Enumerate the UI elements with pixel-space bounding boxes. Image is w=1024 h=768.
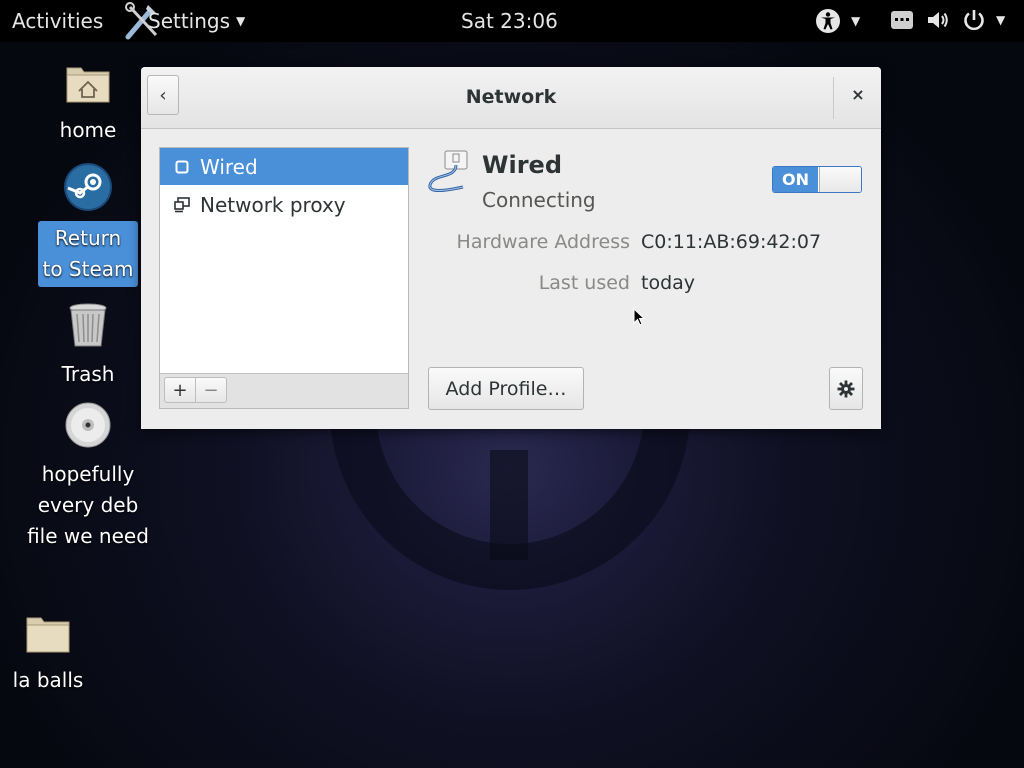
steam-icon: [64, 163, 112, 211]
add-profile-label: Add Profile…: [445, 377, 567, 400]
device-item-label: Network proxy: [200, 192, 346, 217]
chevron-down-icon: ▼: [996, 13, 1006, 27]
device-title: Wired: [482, 151, 562, 179]
add-profile-button[interactable]: Add Profile…: [428, 367, 584, 410]
desktop-icon-home[interactable]: home: [48, 62, 128, 148]
disc-icon: [65, 402, 111, 448]
hardware-address-label: Hardware Address: [456, 231, 630, 253]
header-bar: ‹ Network ×: [141, 67, 881, 129]
app-menu-label: Settings: [148, 9, 231, 33]
switch-on-label: ON: [773, 167, 818, 192]
device-list-toolbar: + −: [160, 373, 408, 408]
device-item-label: Wired: [200, 154, 258, 179]
folder-icon: [26, 617, 70, 653]
last-used-value: today: [641, 272, 696, 294]
last-used-label: Last used: [538, 272, 630, 294]
proxy-icon: [174, 196, 190, 213]
volume-icon: [928, 12, 948, 28]
network-wired-icon: [891, 11, 913, 29]
options-button[interactable]: [829, 367, 863, 410]
app-menu-button[interactable]: Settings ▼: [122, 0, 245, 42]
desktop-icon-trash[interactable]: Trash: [48, 302, 128, 392]
gear-icon: [837, 380, 855, 397]
header-separator: [833, 77, 834, 119]
system-status-menu[interactable]: ▼: [890, 8, 1005, 32]
desktop-icon-folder[interactable]: la balls: [8, 612, 88, 698]
switch-knob[interactable]: [819, 167, 861, 192]
power-icon: [964, 10, 984, 31]
chevron-down-icon: ▼: [236, 14, 246, 28]
accessibility-icon: [816, 9, 840, 33]
device-item-wired[interactable]: Wired: [160, 148, 408, 185]
close-icon: ×: [851, 84, 865, 104]
accessibility-menu[interactable]: ▼: [815, 8, 860, 34]
desktop-icon-label: Return to Steam: [38, 221, 138, 287]
wired-toggle-switch[interactable]: ON: [772, 166, 862, 193]
wired-network-icon: [428, 150, 468, 192]
window-title: Network: [465, 86, 557, 108]
desktop-icon-label: home: [59, 118, 117, 142]
remove-device-button[interactable]: −: [195, 377, 227, 403]
desktop-icon-label: la balls: [12, 668, 84, 692]
desktop-icon-label: hopefully every deb file we need: [27, 462, 149, 548]
device-item-network-proxy[interactable]: Network proxy: [160, 186, 408, 223]
minus-icon: −: [203, 379, 219, 401]
mouse-pointer-icon: [633, 308, 646, 326]
hardware-address-value: C0:11:AB:69:42:07: [641, 231, 822, 253]
add-device-button[interactable]: +: [164, 377, 196, 403]
activities-button[interactable]: Activities: [12, 9, 103, 33]
connection-status: Connecting: [482, 188, 596, 212]
top-bar: Activities Settings ▼ Sat 23:06 ▼ ▼: [0, 0, 1024, 42]
desktop-icon-steam[interactable]: Return to Steam: [38, 162, 138, 287]
chevron-down-icon: ▼: [851, 14, 861, 28]
device-list: Wired Network proxy + −: [159, 147, 409, 409]
clock[interactable]: Sat 23:06: [461, 9, 558, 33]
wired-small-icon: [174, 159, 190, 175]
close-button[interactable]: ×: [847, 83, 869, 105]
network-settings-window: ‹ Network × Wired Network proxy + − Wire…: [141, 67, 881, 429]
plus-icon: +: [172, 379, 188, 401]
desktop-icon-label: Trash: [61, 362, 115, 386]
desktop-icon-disc[interactable]: hopefully every deb file we need: [18, 402, 158, 554]
home-folder-icon: [66, 67, 110, 103]
trash-icon: [69, 303, 107, 347]
